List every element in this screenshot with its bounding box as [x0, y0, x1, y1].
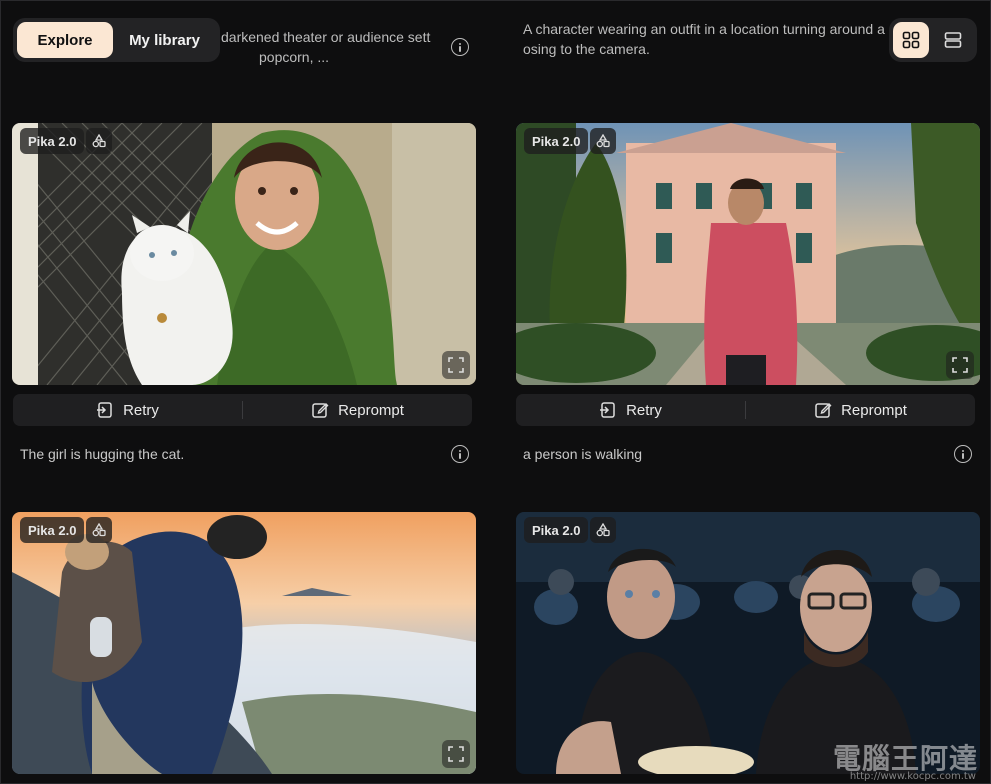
- info-icon[interactable]: [451, 38, 469, 56]
- model-badge: Pika 2.0: [524, 517, 589, 543]
- list-view-button[interactable]: [935, 22, 971, 58]
- shapes-icon[interactable]: [590, 128, 616, 154]
- video-card[interactable]: Pika 2.0: [516, 123, 980, 385]
- expand-icon: [448, 357, 464, 373]
- prompt-caption: The girl is hugging the cat.: [20, 446, 185, 462]
- list-icon: [944, 32, 962, 48]
- card-actions: Retry Reprompt: [516, 394, 975, 426]
- app-frame: darkened theater or audience sett popcor…: [0, 0, 991, 784]
- shapes-icon[interactable]: [86, 517, 112, 543]
- prompt-caption: a person is walking: [523, 446, 643, 462]
- prompt-line: popcorn, ...: [259, 49, 330, 65]
- retry-label: Retry: [123, 401, 159, 419]
- reprompt-button[interactable]: Reprompt: [243, 394, 472, 426]
- card-actions: Retry Reprompt: [13, 394, 472, 426]
- retry-button[interactable]: Retry: [516, 394, 745, 426]
- video-thumbnail: [12, 512, 476, 774]
- retry-icon: [600, 402, 615, 418]
- shapes-icon[interactable]: [590, 517, 616, 543]
- edit-icon: [815, 403, 832, 418]
- grid-view-button[interactable]: [893, 22, 929, 58]
- info-icon[interactable]: [954, 445, 972, 463]
- fullscreen-button[interactable]: [442, 351, 470, 379]
- watermark-url: http://www.kocpc.com.tw: [849, 771, 976, 782]
- prompt-line: darkened theater or audience sett: [221, 29, 431, 45]
- expand-icon: [448, 746, 464, 762]
- fullscreen-button[interactable]: [442, 740, 470, 768]
- video-card[interactable]: Pika 2.0: [12, 123, 476, 385]
- video-card[interactable]: Pika 2.0: [12, 512, 476, 774]
- reprompt-button[interactable]: Reprompt: [746, 394, 975, 426]
- prompt-text-left: darkened theater or audience sett popcor…: [221, 27, 431, 67]
- shapes-icon[interactable]: [86, 128, 112, 154]
- retry-label: Retry: [626, 401, 662, 419]
- fullscreen-button[interactable]: [946, 351, 974, 379]
- reprompt-label: Reprompt: [338, 401, 404, 419]
- video-card[interactable]: Pika 2.0: [516, 512, 980, 774]
- info-icon[interactable]: [451, 445, 469, 463]
- model-badge: Pika 2.0: [20, 517, 85, 543]
- video-thumbnail: [12, 123, 476, 385]
- expand-icon: [952, 357, 968, 373]
- grid-icon: [902, 31, 920, 49]
- tab-explore[interactable]: Explore: [17, 22, 113, 58]
- retry-icon: [97, 402, 112, 418]
- video-thumbnail: [516, 123, 980, 385]
- library-tab-switch: Explore My library: [13, 18, 220, 62]
- edit-icon: [312, 403, 329, 418]
- prompt-line: osing to the camera.: [523, 41, 650, 57]
- model-badge: Pika 2.0: [20, 128, 85, 154]
- video-thumbnail: [516, 512, 980, 774]
- prompt-line: A character wearing an outfit in a locat…: [523, 21, 885, 37]
- tab-my-library[interactable]: My library: [115, 22, 214, 58]
- prompt-text-right: A character wearing an outfit in a locat…: [523, 19, 903, 59]
- reprompt-label: Reprompt: [841, 401, 907, 419]
- view-toggle: [889, 18, 977, 62]
- retry-button[interactable]: Retry: [13, 394, 242, 426]
- model-badge: Pika 2.0: [524, 128, 589, 154]
